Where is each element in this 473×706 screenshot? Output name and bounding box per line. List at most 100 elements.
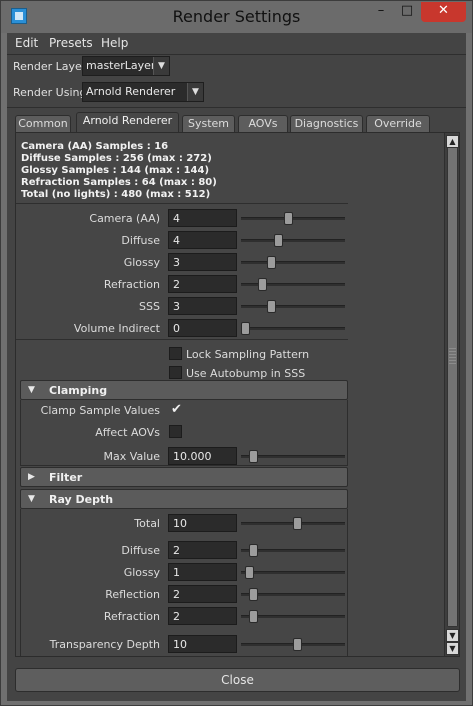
render-using-dropdown[interactable]: Arnold Renderer ▼ (82, 82, 204, 102)
menu-edit[interactable]: Edit (15, 36, 38, 50)
slider-handle[interactable] (249, 450, 258, 463)
clamping-section-header[interactable]: ▼ Clamping (20, 380, 348, 400)
glossy-field[interactable]: 3 (168, 253, 237, 271)
slider-handle[interactable] (284, 212, 293, 225)
scroll-grip-icon (449, 348, 456, 366)
slider-handle[interactable] (249, 544, 258, 557)
clamping-title: Clamping (49, 384, 108, 397)
stat-refraction: Refraction Samples : 64 (max : 80) (21, 177, 217, 188)
arnold-renderer-panel: Camera (AA) Samples : 16 Diffuse Samples… (15, 132, 460, 657)
use-autobump-sss-label: Use Autobump in SSS (186, 367, 306, 380)
slider-handle[interactable] (249, 588, 258, 601)
max-value-label: Max Value (103, 450, 160, 463)
render-settings-window: Render Settings – □ ✕ Edit Presets Help … (0, 0, 473, 706)
close-window-button[interactable]: ✕ (421, 2, 466, 22)
tab-override[interactable]: Override (366, 115, 430, 133)
glossy-slider[interactable] (241, 256, 345, 269)
ray-glossy-slider[interactable] (241, 566, 345, 579)
diffuse-field[interactable]: 4 (168, 231, 237, 249)
ray-refraction-label: Refraction (103, 610, 160, 623)
stat-camera-aa: Camera (AA) Samples : 16 (21, 141, 169, 152)
tab-system[interactable]: System (182, 115, 235, 133)
collapse-triangle-icon: ▼ (28, 385, 35, 395)
close-button[interactable]: Close (15, 668, 460, 692)
sss-slider[interactable] (241, 300, 345, 313)
affect-aovs-label: Affect AOVs (95, 426, 160, 439)
tab-aovs[interactable]: AOVs (238, 115, 288, 133)
scroll-down-arrow-icon[interactable]: ▼ (446, 629, 459, 642)
ray-reflection-slider[interactable] (241, 588, 345, 601)
ray-glossy-field[interactable]: 1 (168, 563, 237, 581)
minimize-button[interactable]: – (371, 2, 391, 22)
scroll-down-end-arrow-icon[interactable]: ▼ (446, 642, 459, 655)
transparency-depth-label: Transparency Depth (49, 638, 160, 651)
sampling-divider (16, 339, 348, 340)
camera-aa-field[interactable]: 4 (168, 209, 237, 227)
vertical-scrollbar[interactable]: ▲ ▼ ▼ (444, 133, 459, 656)
ray-reflection-label: Reflection (105, 588, 160, 601)
expand-triangle-icon: ▶ (28, 472, 35, 482)
ray-total-slider[interactable] (241, 517, 345, 530)
render-layer-label: Render Layer (13, 60, 87, 73)
collapse-triangle-icon: ▼ (28, 494, 35, 504)
slider-handle[interactable] (293, 517, 302, 530)
ray-total-field[interactable]: 10 (168, 514, 237, 532)
max-value-field[interactable]: 10.000 (168, 447, 237, 465)
camera-aa-label: Camera (AA) (89, 212, 160, 225)
ray-depth-section-header[interactable]: ▼ Ray Depth (20, 489, 348, 509)
slider-handle[interactable] (258, 278, 267, 291)
volume-indirect-label: Volume Indirect (73, 322, 160, 335)
diffuse-slider[interactable] (241, 234, 345, 247)
chevron-down-icon: ▼ (187, 83, 203, 101)
slider-handle[interactable] (267, 300, 276, 313)
ray-total-label: Total (134, 517, 160, 530)
clamp-sample-values-label: Clamp Sample Values (40, 404, 160, 417)
filter-section-header[interactable]: ▶ Filter (20, 467, 348, 487)
menu-bar: Edit Presets Help (7, 33, 466, 53)
ray-diffuse-slider[interactable] (241, 544, 345, 557)
menu-help[interactable]: Help (101, 36, 128, 50)
slider-handle[interactable] (274, 234, 283, 247)
volume-indirect-slider[interactable] (241, 322, 345, 335)
glossy-label: Glossy (123, 256, 160, 269)
refraction-slider[interactable] (241, 278, 345, 291)
ray-glossy-label: Glossy (123, 566, 160, 579)
ray-refraction-field[interactable]: 2 (168, 607, 237, 625)
sss-field[interactable]: 3 (168, 297, 237, 315)
menu-presets[interactable]: Presets (49, 36, 93, 50)
volume-indirect-field[interactable]: 0 (168, 319, 237, 337)
tab-diagnostics[interactable]: Diagnostics (290, 115, 363, 133)
refraction-field[interactable]: 2 (168, 275, 237, 293)
lock-sampling-pattern-label: Lock Sampling Pattern (186, 348, 310, 361)
transparency-depth-slider[interactable] (241, 638, 345, 651)
sss-label: SSS (139, 300, 160, 313)
clamp-sample-values-checkbox[interactable]: ✔ (171, 403, 182, 416)
ray-refraction-slider[interactable] (241, 610, 345, 623)
stat-total: Total (no lights) : 480 (max : 512) (21, 189, 211, 200)
slider-handle[interactable] (249, 610, 258, 623)
slider-handle[interactable] (293, 638, 302, 651)
affect-aovs-checkbox[interactable] (169, 425, 182, 438)
maximize-button[interactable]: □ (397, 2, 417, 22)
ray-reflection-field[interactable]: 2 (168, 585, 237, 603)
header-divider (7, 107, 466, 108)
slider-handle[interactable] (241, 322, 250, 335)
render-using-label: Render Using (13, 86, 87, 99)
scroll-thumb[interactable] (448, 148, 457, 626)
slider-handle[interactable] (267, 256, 276, 269)
transparency-depth-field[interactable]: 10 (168, 635, 237, 653)
tab-common[interactable]: Common (15, 115, 71, 133)
render-layer-dropdown[interactable]: masterLayer ▼ (82, 56, 170, 76)
filter-title: Filter (49, 471, 83, 484)
stat-glossy: Glossy Samples : 144 (max : 144) (21, 165, 210, 176)
refraction-label: Refraction (103, 278, 160, 291)
scroll-track[interactable] (447, 147, 458, 627)
ray-diffuse-field[interactable]: 2 (168, 541, 237, 559)
title-bar[interactable]: Render Settings – □ ✕ (1, 1, 472, 33)
camera-aa-slider[interactable] (241, 212, 345, 225)
tab-arnold-renderer[interactable]: Arnold Renderer (76, 112, 179, 133)
lock-sampling-pattern-checkbox[interactable] (169, 347, 182, 360)
max-value-slider[interactable] (241, 450, 345, 463)
use-autobump-sss-checkbox[interactable] (169, 366, 182, 379)
slider-handle[interactable] (245, 566, 254, 579)
